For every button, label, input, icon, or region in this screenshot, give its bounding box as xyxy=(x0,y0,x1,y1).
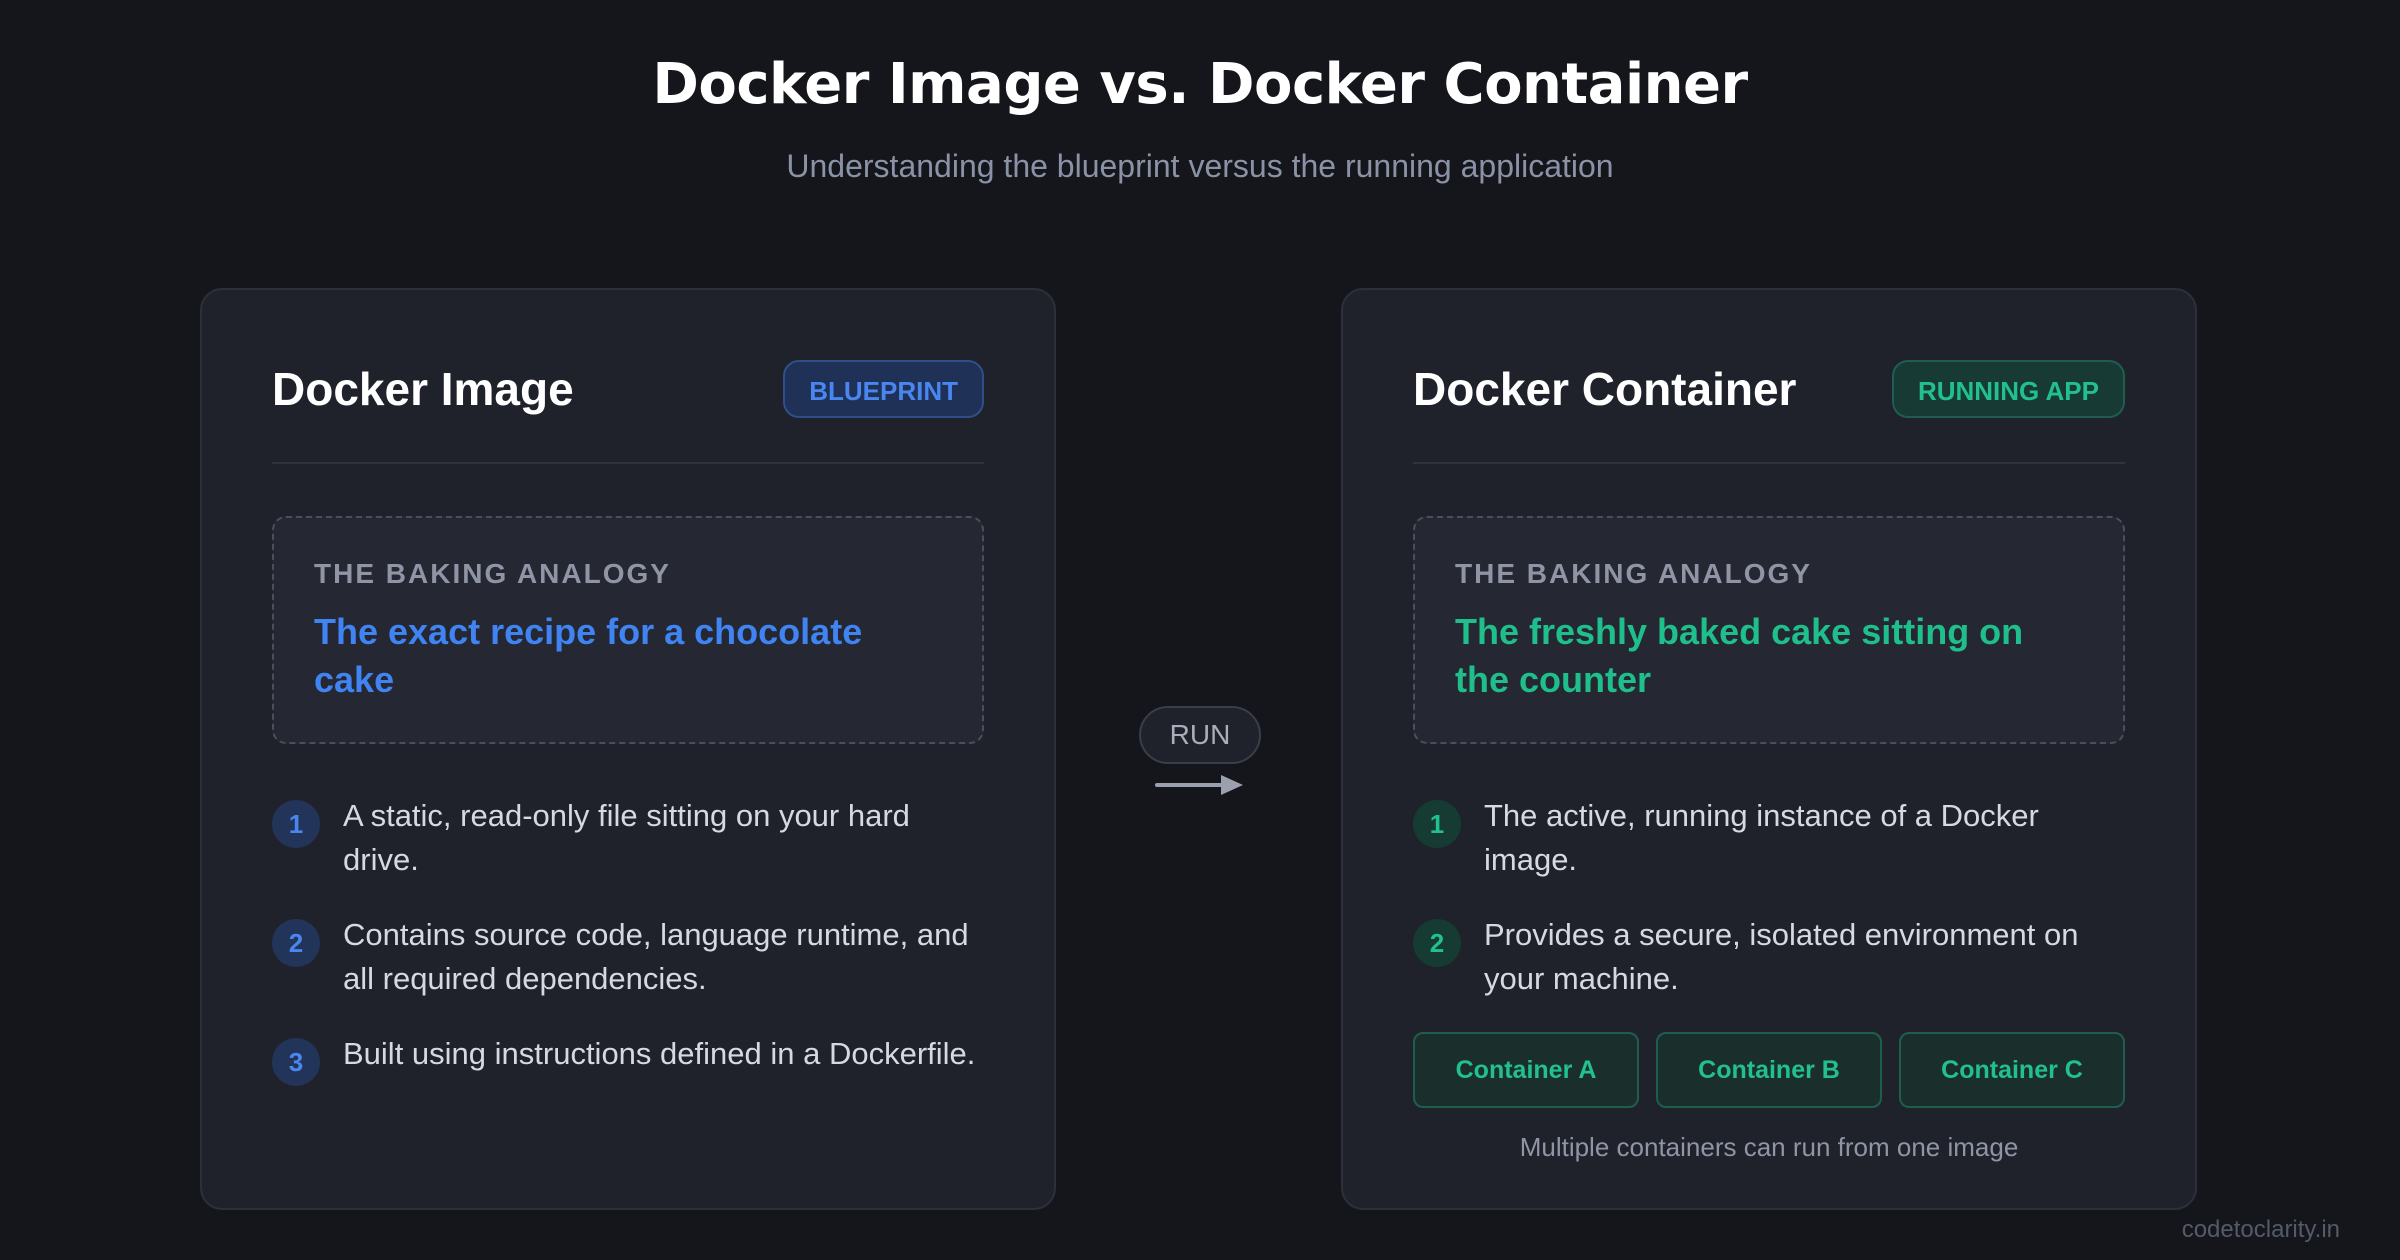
docker-image-card: Docker Image BLUEPRINT THE BAKING ANALOG… xyxy=(200,288,1056,1210)
list-item: 3 Built using instructions defined in a … xyxy=(272,1032,984,1086)
image-card-title: Docker Image xyxy=(272,363,574,415)
image-points-list: 1 A static, read-only file sitting on yo… xyxy=(272,794,984,1086)
run-label: RUN xyxy=(1139,706,1261,764)
running-app-badge: RUNNING APP xyxy=(1891,360,2125,418)
page-title: Docker Image vs. Docker Container xyxy=(652,52,1748,117)
docker-container-card: Docker Container RUNNING APP THE BAKING … xyxy=(1341,288,2197,1210)
container-a-box: Container A xyxy=(1413,1032,1639,1108)
step-number-badge: 2 xyxy=(272,919,320,967)
step-number-badge: 2 xyxy=(1413,919,1461,967)
list-item: 1 The active, running instance of a Dock… xyxy=(1413,794,2125,882)
container-b-box: Container B xyxy=(1656,1032,1882,1108)
container-analogy-text: The freshly baked cake sitting on the co… xyxy=(1455,611,2024,700)
containers-caption: Multiple containers can run from one ima… xyxy=(1519,1132,2019,1162)
arrow-right-icon xyxy=(1155,775,1243,795)
step-number-badge: 1 xyxy=(272,800,320,848)
step-number-badge: 3 xyxy=(272,1038,320,1086)
container-card-header: Docker Container RUNNING APP xyxy=(1413,290,2125,464)
blueprint-badge: BLUEPRINT xyxy=(783,360,984,418)
list-item: 2 Contains source code, language runtime… xyxy=(272,913,984,1001)
image-analogy-box: THE BAKING ANALOGY The exact recipe for … xyxy=(272,516,984,744)
list-item: 1 A static, read-only file sitting on yo… xyxy=(272,794,984,882)
container-analogy-box: THE BAKING ANALOGY The freshly baked cak… xyxy=(1413,516,2125,744)
image-analogy-text: The exact recipe for a chocolate cake xyxy=(314,611,863,700)
point-text: Contains source code, language runtime, … xyxy=(343,917,969,996)
image-card-header: Docker Image BLUEPRINT xyxy=(272,290,984,464)
watermark: codetoclarity.in xyxy=(2181,1216,2340,1243)
point-text: Provides a secure, isolated environment … xyxy=(1484,917,2079,996)
point-text: A static, read-only file sitting on your… xyxy=(343,798,910,877)
container-analogy-label: THE BAKING ANALOGY xyxy=(1455,558,1812,589)
point-text: The active, running instance of a Docker… xyxy=(1484,798,2039,877)
container-card-title: Docker Container xyxy=(1413,363,1797,415)
page-subtitle: Understanding the blueprint versus the r… xyxy=(786,148,1614,184)
container-instances: Container A Container B Container C xyxy=(1413,1032,2125,1108)
point-text: Built using instructions defined in a Do… xyxy=(343,1036,976,1071)
container-c-box: Container C xyxy=(1899,1032,2125,1108)
run-connector: RUN xyxy=(1138,706,1262,798)
image-analogy-label: THE BAKING ANALOGY xyxy=(314,558,671,589)
container-points-list: 1 The active, running instance of a Dock… xyxy=(1413,794,2125,1001)
step-number-badge: 1 xyxy=(1413,800,1461,848)
list-item: 2 Provides a secure, isolated environmen… xyxy=(1413,913,2125,1001)
